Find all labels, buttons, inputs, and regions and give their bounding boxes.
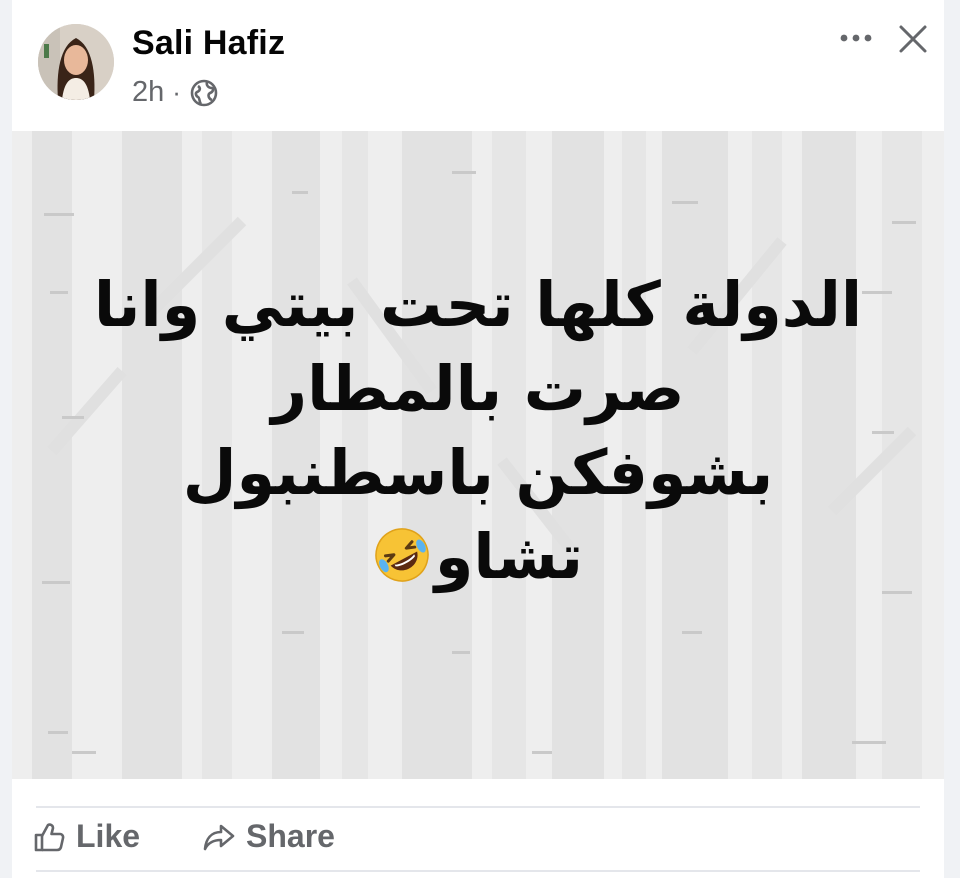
more-options-icon[interactable] — [838, 26, 874, 50]
post-text-line-with-emoji: تشاو — [12, 515, 944, 599]
avatar-photo — [38, 24, 114, 100]
like-button[interactable]: Like — [32, 818, 140, 855]
thumbs-up-icon — [34, 822, 65, 851]
post-image[interactable]: الدولة كلها تحت بيتي وانا صرت بالمطار بش… — [12, 131, 944, 779]
rolling-on-floor-laughing-emoji — [375, 528, 429, 582]
post-text-line: صرت بالمطار — [271, 352, 685, 425]
post-text-line: بشوفكن باسطنبول — [182, 436, 774, 509]
share-label: Share — [246, 818, 335, 854]
actions-bottom-divider — [36, 870, 920, 872]
actions-top-divider — [36, 806, 920, 808]
meta-separator: · — [172, 77, 181, 107]
author-name[interactable]: Sali Hafiz — [132, 24, 285, 63]
share-arrow-icon — [203, 824, 235, 850]
timestamp[interactable]: 2h — [132, 76, 164, 109]
like-label: Like — [76, 818, 141, 854]
close-icon[interactable] — [896, 22, 930, 56]
post-text-line: تشاو — [434, 520, 584, 593]
post-meta: 2h · — [132, 76, 219, 109]
globe-icon[interactable] — [189, 78, 219, 108]
share-button[interactable]: Share — [202, 818, 335, 855]
post-text-line: الدولة كلها تحت بيتي وانا — [93, 268, 863, 341]
post-text: الدولة كلها تحت بيتي وانا صرت بالمطار بش… — [12, 263, 944, 599]
avatar[interactable] — [38, 24, 114, 100]
post-card: Sali Hafiz 2h · الدولة كلها تحت بيتي وان… — [12, 0, 944, 878]
